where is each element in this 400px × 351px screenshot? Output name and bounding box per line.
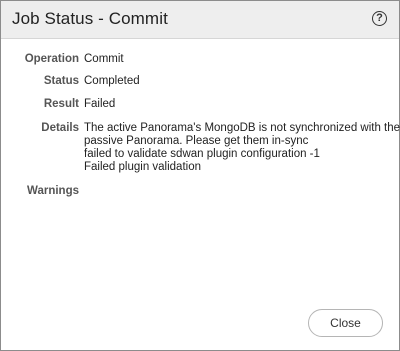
close-button[interactable]: Close [308, 309, 383, 337]
details-line: The active Panorama's MongoDB is not syn… [84, 122, 400, 134]
job-status-dialog: Job Status - Commit ? Operation Commit S… [0, 0, 400, 351]
dialog-titlebar: Job Status - Commit ? [1, 1, 399, 39]
status-value: Completed [84, 75, 140, 87]
details-line: passive Panorama. Please get them in-syn… [84, 135, 309, 147]
result-value: Failed [84, 98, 116, 110]
operation-value: Commit [84, 53, 124, 65]
details-line: failed to validate sdwan plugin configur… [84, 148, 320, 160]
status-label: Status [43, 75, 79, 87]
operation-label: Operation [24, 53, 79, 65]
details-value: The active Panorama's MongoDB is not syn… [84, 122, 400, 174]
help-icon[interactable]: ? [372, 11, 387, 26]
details-line: Failed plugin validation [84, 161, 201, 173]
details-label: Details [41, 122, 79, 134]
warnings-label: Warnings [27, 185, 79, 197]
result-label: Result [43, 98, 79, 110]
dialog-title: Job Status - Commit [12, 9, 168, 28]
